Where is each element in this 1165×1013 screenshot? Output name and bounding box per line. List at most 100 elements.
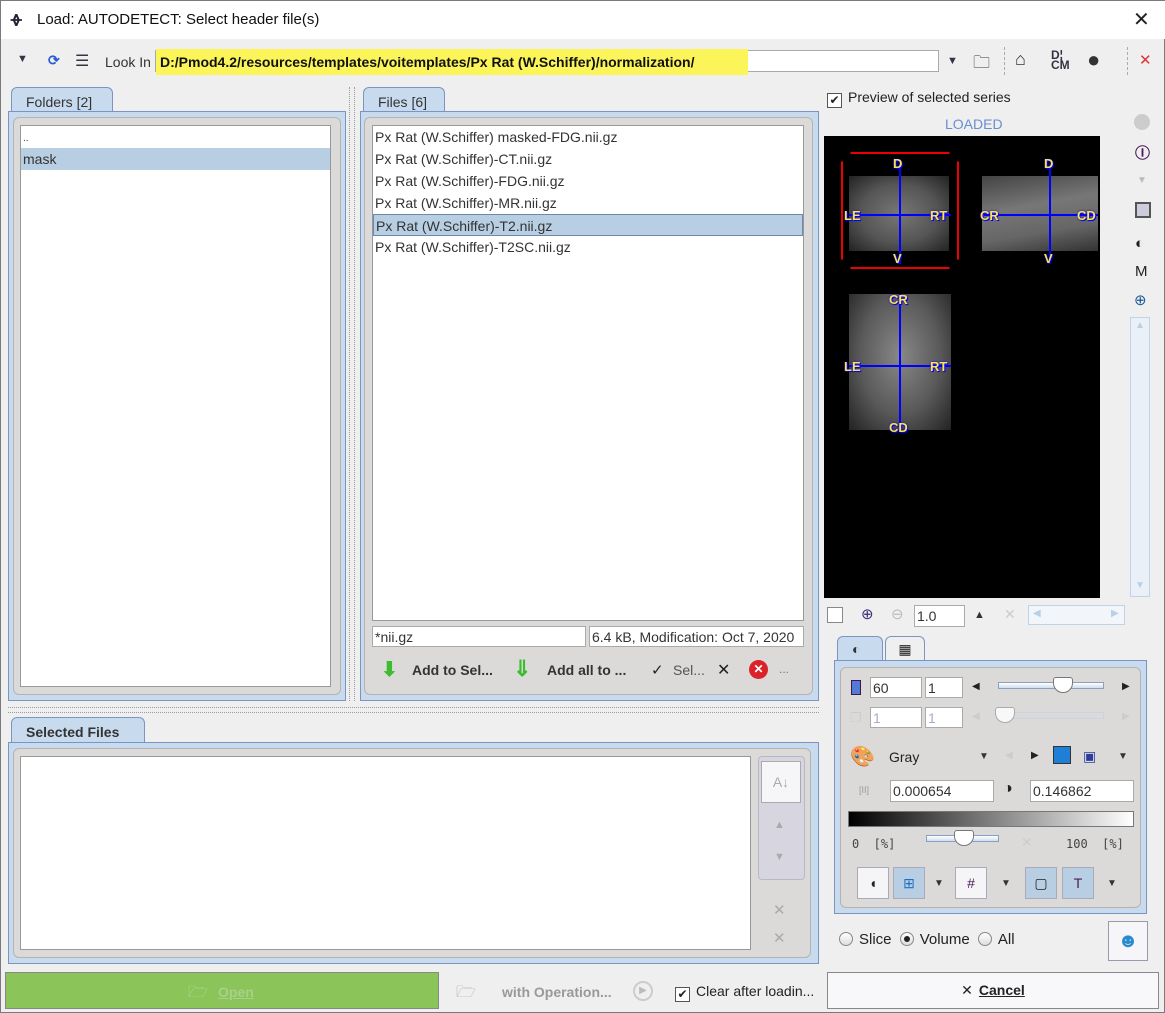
- color-palette-icon[interactable]: 🎨: [850, 744, 875, 769]
- colormap-prev-icon[interactable]: ◀: [1005, 750, 1013, 761]
- head-view-button[interactable]: ☻: [1108, 921, 1148, 961]
- radio-button[interactable]: [977, 932, 992, 946]
- add-to-selected-button[interactable]: Add to Sel...: [412, 662, 493, 678]
- range-slider[interactable]: [926, 830, 999, 846]
- grid-button[interactable]: #: [955, 867, 987, 899]
- file-filter-input[interactable]: *nii.gz: [372, 626, 586, 647]
- tab-layout[interactable]: ▦: [885, 636, 925, 661]
- move-down-icon[interactable]: ▼: [774, 851, 785, 863]
- remove-all-icon[interactable]: ✕: [773, 929, 786, 947]
- info-icon[interactable]: Ⓘ: [1135, 142, 1150, 163]
- frame-next-icon[interactable]: ▶: [1122, 711, 1130, 722]
- text-overlay-button[interactable]: T: [1062, 867, 1094, 899]
- folders-list[interactable]: .. mask: [20, 125, 331, 687]
- viewer-scrollbar[interactable]: ▲ ▼: [1130, 317, 1150, 597]
- overlay-button[interactable]: ◖: [857, 867, 889, 899]
- layout-button[interactable]: ⊞: [893, 867, 925, 899]
- radio-slice[interactable]: Slice: [839, 931, 892, 948]
- scroll-left-icon[interactable]: ◀: [1033, 608, 1041, 619]
- cancel-button[interactable]: ✕ Cancel: [827, 972, 1159, 1009]
- dicom-icon[interactable]: D¦ CM: [1051, 49, 1070, 71]
- zoom-in-icon[interactable]: ⊕: [861, 605, 874, 623]
- slice-step-input[interactable]: 1: [925, 677, 963, 698]
- selected-files-list[interactable]: [20, 756, 751, 950]
- folder-item-mask[interactable]: mask: [21, 148, 330, 170]
- max-value-input[interactable]: 0.146862: [1030, 780, 1134, 802]
- crosshair-target-icon[interactable]: ⊕: [1134, 291, 1147, 309]
- new-folder-icon[interactable]: 🗀: [973, 50, 990, 79]
- more-button[interactable]: ...: [779, 662, 789, 676]
- contrast-icon[interactable]: ◐: [1135, 235, 1144, 252]
- tab-folders[interactable]: Folders [2]: [11, 87, 113, 112]
- folder-item-parent[interactable]: ..: [21, 126, 330, 148]
- zoom-out-icon[interactable]: ⊖: [891, 605, 904, 623]
- scroll-up-icon[interactable]: ▲: [1135, 320, 1145, 331]
- radio-button[interactable]: [839, 932, 853, 946]
- operation-info-icon[interactable]: ▶: [633, 981, 653, 1001]
- file-item-selected[interactable]: Px Rat (W.Schiffer)-T2.nii.gz: [373, 214, 803, 236]
- close-toolbar-icon[interactable]: ✕: [1139, 51, 1152, 69]
- range-slider-thumb[interactable]: [953, 830, 974, 846]
- overlay-dropdown-icon[interactable]: ▼: [1107, 878, 1117, 889]
- sync-checkbox[interactable]: [827, 607, 843, 623]
- preview-checkbox[interactable]: ✔ Preview of selected series: [827, 89, 1011, 108]
- min-value-input[interactable]: 0.000654: [890, 780, 994, 802]
- close-window-button[interactable]: ✕: [1133, 7, 1150, 32]
- colormap-dropdown-icon[interactable]: ▼: [979, 751, 989, 762]
- colormap-select[interactable]: Gray: [889, 749, 919, 765]
- deselect-icon[interactable]: ✕: [717, 660, 730, 680]
- file-item[interactable]: Px Rat (W.Schiffer)-T2SC.nii.gz: [373, 236, 803, 258]
- file-item[interactable]: Px Rat (W.Schiffer)-FDG.nii.gz: [373, 170, 803, 192]
- with-operation-button[interactable]: with Operation...: [502, 984, 612, 1000]
- tab-files[interactable]: Files [6]: [363, 87, 445, 112]
- eject-icon[interactable]: ▲: [974, 609, 985, 621]
- frame-prev-icon[interactable]: ◀: [972, 711, 980, 722]
- files-list[interactable]: Px Rat (W.Schiffer) masked-FDG.nii.gz Px…: [372, 125, 804, 621]
- grid-dropdown-icon[interactable]: ▼: [1001, 878, 1011, 889]
- database-icon[interactable]: ☰: [75, 51, 89, 71]
- open-button[interactable]: 🗁 Open: [5, 972, 439, 1009]
- dropdown-arrow-icon[interactable]: ▼: [1137, 175, 1147, 186]
- horizontal-splitter[interactable]: [8, 707, 819, 713]
- vertical-splitter[interactable]: [349, 87, 355, 701]
- horizontal-scrollbar[interactable]: ◀ ▶: [1028, 605, 1125, 625]
- delete-icon[interactable]: ✕: [749, 660, 768, 679]
- zoom-factor-input[interactable]: 1.0: [914, 605, 965, 627]
- file-item[interactable]: Px Rat (W.Schiffer) masked-FDG.nii.gz: [373, 126, 803, 148]
- slice-slider[interactable]: [998, 677, 1104, 693]
- 3d-cube-icon[interactable]: ▣: [1083, 748, 1096, 765]
- frame-number-input[interactable]: 1: [870, 707, 922, 728]
- path-history-dropdown-icon[interactable]: ▼: [947, 55, 958, 67]
- layout-dropdown-icon[interactable]: ▼: [934, 878, 944, 889]
- file-item[interactable]: Px Rat (W.Schiffer)-MR.nii.gz: [373, 192, 803, 214]
- slice-number-input[interactable]: 60: [870, 677, 922, 698]
- invert-icon[interactable]: [1053, 746, 1071, 764]
- reset-range-icon[interactable]: ✕: [1021, 834, 1033, 851]
- select-button[interactable]: Sel...: [673, 662, 705, 678]
- frame-slider[interactable]: [995, 707, 1104, 723]
- frame-step-input[interactable]: 1: [925, 707, 963, 728]
- sort-az-icon[interactable]: A↓: [761, 761, 801, 803]
- radio-all[interactable]: All: [977, 931, 1015, 948]
- image-viewer[interactable]: D V LE RT D V CR CD CR CD LE RT: [824, 136, 1100, 598]
- tab-selected-files[interactable]: Selected Files: [11, 717, 145, 743]
- file-item[interactable]: Px Rat (W.Schiffer)-CT.nii.gz: [373, 148, 803, 170]
- frame-color-icon[interactable]: [1135, 202, 1151, 218]
- brain-icon[interactable]: ●: [1087, 47, 1100, 73]
- slice-prev-icon[interactable]: ◀: [972, 681, 980, 692]
- radio-button[interactable]: [899, 932, 914, 946]
- clear-after-loading-checkbox[interactable]: ✔ Clear after loadin...: [675, 983, 814, 1002]
- stop-icon[interactable]: [1134, 114, 1150, 130]
- slice-next-icon[interactable]: ▶: [1122, 681, 1130, 692]
- tab-color-settings[interactable]: ◐: [837, 636, 883, 661]
- look-in-path-field[interactable]: D:/Pmod4.2/resources/templates/voitempla…: [155, 49, 939, 75]
- mip-icon[interactable]: M: [1135, 263, 1148, 280]
- dropdown-arrow-icon[interactable]: ▼: [17, 53, 28, 65]
- home-icon[interactable]: ⌂: [1015, 49, 1026, 70]
- reset-icon[interactable]: ✕: [1004, 606, 1016, 623]
- scroll-right-icon[interactable]: ▶: [1111, 608, 1119, 619]
- add-all-to-button[interactable]: Add all to ...: [547, 662, 626, 678]
- contour-button[interactable]: ▢: [1025, 867, 1057, 899]
- colormap-next-icon[interactable]: ▶: [1031, 750, 1039, 761]
- remove-icon[interactable]: ✕: [773, 901, 786, 919]
